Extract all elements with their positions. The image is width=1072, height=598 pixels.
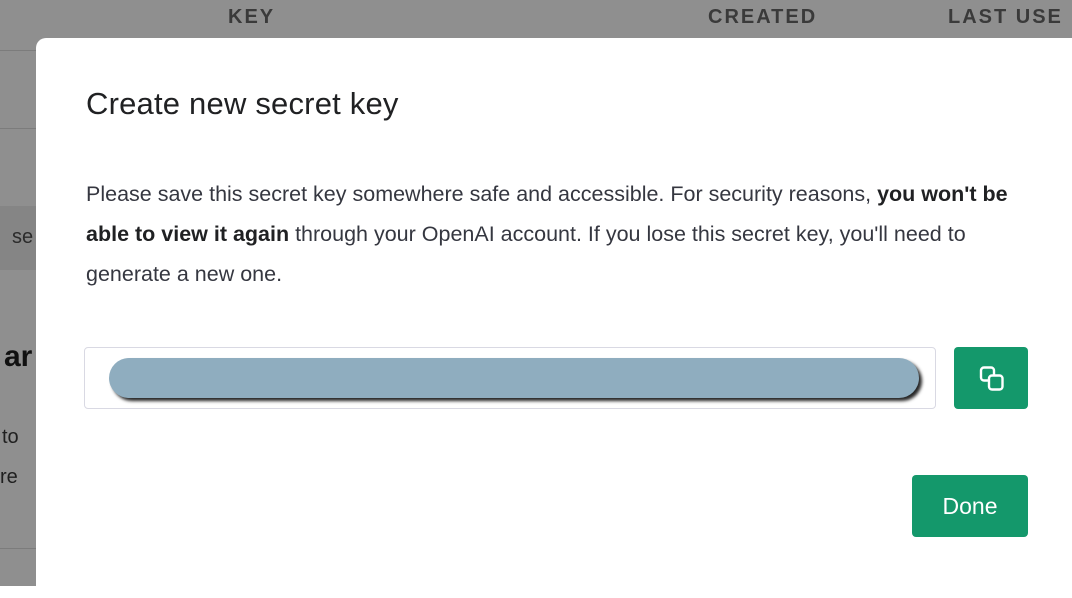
table-divider xyxy=(0,50,36,51)
column-header-key: KEY xyxy=(228,6,276,28)
dialog-description: Please save this secret key somewhere sa… xyxy=(86,174,1036,294)
copy-icon xyxy=(979,366,1004,391)
table-divider xyxy=(0,128,36,129)
create-secret-key-dialog: Create new secret key Please save this s… xyxy=(36,38,1072,598)
copy-key-button[interactable] xyxy=(954,347,1028,409)
dialog-title: Create new secret key xyxy=(86,86,399,121)
description-text: Please save this secret key somewhere sa… xyxy=(86,182,878,206)
secret-key-field[interactable] xyxy=(84,347,936,409)
column-header-created: CREATED xyxy=(708,6,818,28)
done-button[interactable]: Done xyxy=(912,475,1028,537)
redacted-key-value xyxy=(109,358,919,398)
background-heading-fragment: ar xyxy=(4,340,33,373)
column-header-last-used: LAST USE xyxy=(948,6,1063,28)
background-text-fragment: re xyxy=(0,466,18,488)
background-text-fragment: se xyxy=(12,226,34,248)
background-text-fragment: to xyxy=(2,426,19,448)
table-divider xyxy=(0,548,36,549)
